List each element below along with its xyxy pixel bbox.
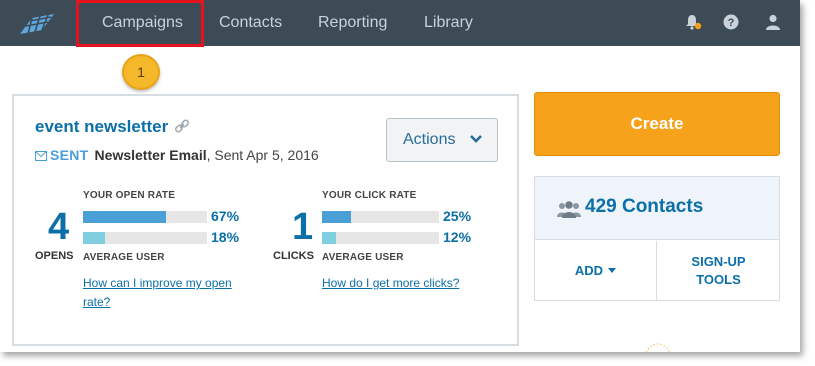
status-badge: SENT bbox=[50, 147, 89, 163]
signup-tools-button[interactable]: SIGN-UP TOOLS bbox=[658, 241, 779, 301]
open-rate-help-link[interactable]: How can I improve my open rate? bbox=[83, 274, 253, 312]
click-rate-bar-fill bbox=[322, 211, 352, 223]
loading-spinner-icon bbox=[646, 343, 670, 352]
click-average-label: AVERAGE USER bbox=[322, 252, 404, 263]
sent-date: , Sent Apr 5, 2016 bbox=[206, 147, 319, 163]
top-navigation-bar: Campaigns Contacts Reporting Library ? bbox=[0, 0, 800, 47]
campaign-card: event newsletter SENT Newsletter Email, S… bbox=[12, 94, 519, 346]
contacts-count-link[interactable]: 429 Contacts bbox=[585, 196, 703, 218]
click-average-percent: 12% bbox=[443, 229, 472, 245]
campaign-title-link[interactable]: event newsletter bbox=[35, 117, 168, 137]
contacts-header: 429 Contacts bbox=[535, 177, 779, 240]
envelope-icon bbox=[35, 151, 47, 161]
user-icon[interactable] bbox=[764, 13, 782, 31]
click-average-bar bbox=[322, 232, 439, 244]
step-callout-badge: 1 bbox=[122, 54, 160, 90]
open-rate-bar bbox=[83, 211, 207, 223]
opens-unit-label: OPENS bbox=[35, 250, 74, 262]
campaign-status-row: SENT Newsletter Email, Sent Apr 5, 2016 bbox=[35, 147, 319, 163]
open-average-percent: 18% bbox=[211, 229, 240, 245]
open-average-bar-fill bbox=[83, 232, 106, 244]
email-type: Newsletter Email bbox=[94, 147, 207, 163]
nav-library[interactable]: Library bbox=[424, 14, 473, 32]
signup-label-line2: TOOLS bbox=[696, 272, 741, 287]
click-rate-label: YOUR CLICK RATE bbox=[322, 190, 417, 201]
help-icon[interactable]: ? bbox=[722, 13, 740, 31]
open-rate-bar-fill bbox=[83, 211, 167, 223]
svg-text:?: ? bbox=[728, 17, 735, 29]
clicks-unit-label: CLICKS bbox=[273, 250, 314, 262]
open-average-bar bbox=[83, 232, 207, 244]
open-rate-percent: 67% bbox=[211, 208, 240, 224]
click-rate-percent: 25% bbox=[443, 208, 472, 224]
add-label: ADD bbox=[574, 263, 604, 278]
click-rate-bar bbox=[322, 211, 439, 223]
people-icon bbox=[557, 201, 581, 218]
notifications-icon[interactable] bbox=[684, 13, 702, 31]
create-button[interactable]: Create bbox=[534, 92, 780, 156]
app-window: Campaigns Contacts Reporting Library ? 1… bbox=[0, 0, 800, 352]
caret-down-icon bbox=[608, 268, 617, 273]
chevron-down-icon bbox=[470, 135, 482, 143]
open-average-label: AVERAGE USER bbox=[83, 252, 165, 263]
campaigns-highlight-box bbox=[76, 0, 204, 47]
logo-icon[interactable] bbox=[18, 10, 56, 36]
nav-contacts[interactable]: Contacts bbox=[219, 14, 282, 32]
click-average-bar-fill bbox=[322, 232, 337, 244]
signup-label-line1: SIGN-UP bbox=[691, 254, 746, 269]
add-contacts-button[interactable]: ADD bbox=[535, 241, 657, 301]
actions-dropdown-button[interactable]: Actions bbox=[386, 118, 498, 162]
link-icon[interactable] bbox=[174, 118, 190, 134]
clicks-count: 1 bbox=[292, 206, 314, 248]
nav-reporting[interactable]: Reporting bbox=[318, 14, 387, 32]
opens-count: 4 bbox=[48, 206, 70, 248]
contacts-card: 429 Contacts ADD SIGN-UP TOOLS bbox=[534, 176, 780, 301]
open-rate-label: YOUR OPEN RATE bbox=[83, 190, 176, 201]
actions-label: Actions bbox=[403, 131, 456, 148]
click-rate-help-link[interactable]: How do I get more clicks? bbox=[322, 274, 502, 293]
